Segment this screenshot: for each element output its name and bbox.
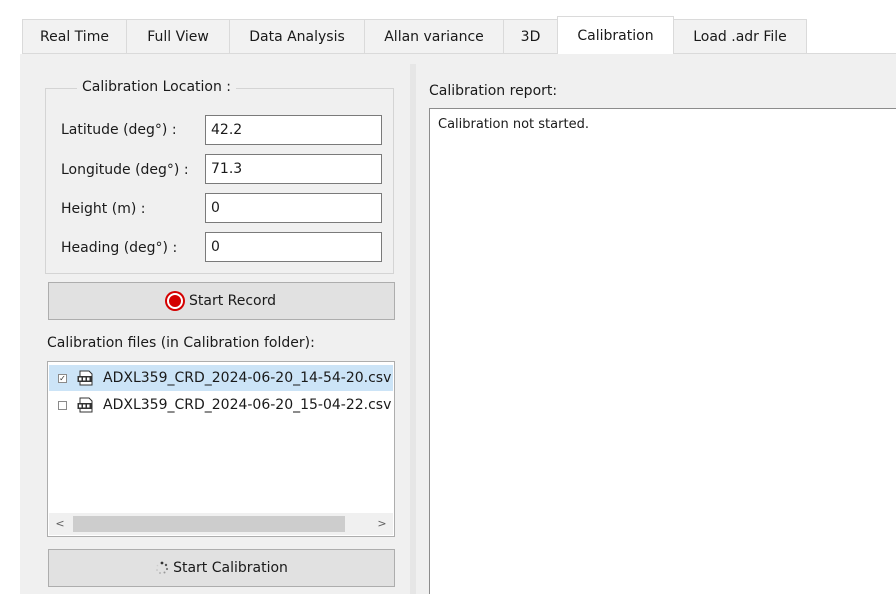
tab-real-time[interactable]: Real Time bbox=[22, 19, 127, 53]
csv-file-icon bbox=[77, 370, 93, 386]
calibration-report-text: Calibration not started. bbox=[438, 117, 589, 132]
heading-label: Heading (deg°) : bbox=[61, 240, 178, 256]
start-calibration-label: Start Calibration bbox=[173, 560, 288, 576]
csv-file-icon bbox=[77, 397, 93, 413]
record-icon bbox=[166, 293, 183, 309]
calibration-report-label: Calibration report: bbox=[429, 83, 558, 99]
tab-allan-variance[interactable]: Allan variance bbox=[364, 19, 504, 53]
longitude-label: Longitude (deg°) : bbox=[61, 162, 189, 178]
panel-splitter[interactable] bbox=[410, 64, 416, 594]
scroll-thumb[interactable] bbox=[73, 516, 345, 532]
file-name: ADXL359_CRD_2024-06-20_14-54-20.csv bbox=[103, 370, 392, 386]
start-record-label: Start Record bbox=[188, 293, 277, 309]
height-input[interactable] bbox=[205, 193, 382, 223]
height-label: Height (m) : bbox=[61, 201, 146, 217]
tab-3d[interactable]: 3D bbox=[503, 19, 558, 53]
heading-input[interactable] bbox=[205, 232, 382, 262]
calibration-location-title: Calibration Location : bbox=[77, 78, 237, 96]
tab-data-analysis[interactable]: Data Analysis bbox=[229, 19, 365, 53]
calibration-files-label: Calibration files (in Calibration folder… bbox=[47, 335, 315, 351]
checkbox-checked-icon[interactable]: ✓ bbox=[58, 373, 67, 383]
calibration-page: Calibration Location : Latitude (deg°) :… bbox=[20, 54, 896, 594]
tab-calibration[interactable]: Calibration bbox=[557, 16, 674, 54]
spinner-icon bbox=[156, 561, 169, 574]
scroll-left-icon[interactable]: < bbox=[49, 513, 71, 535]
list-item[interactable]: ADXL359_CRD_2024-06-20_15-04-22.csv bbox=[49, 392, 393, 418]
start-record-button[interactable]: Start Record bbox=[48, 282, 395, 320]
tab-full-view[interactable]: Full View bbox=[126, 19, 230, 53]
latitude-label: Latitude (deg°) : bbox=[61, 122, 177, 138]
tab-load-adr-file[interactable]: Load .adr File bbox=[673, 19, 807, 53]
horizontal-scrollbar[interactable]: < > bbox=[49, 513, 393, 535]
start-calibration-button[interactable]: Start Calibration bbox=[48, 549, 395, 587]
file-name: ADXL359_CRD_2024-06-20_15-04-22.csv bbox=[103, 397, 392, 413]
calibration-files-list[interactable]: ✓ ADXL359_CRD_2024-06-20_14-54-20.csv AD… bbox=[47, 361, 395, 537]
latitude-input[interactable] bbox=[205, 115, 382, 145]
list-item[interactable]: ✓ ADXL359_CRD_2024-06-20_14-54-20.csv bbox=[49, 365, 393, 391]
calibration-report-box[interactable]: Calibration not started. bbox=[429, 108, 896, 594]
checkbox-unchecked-icon[interactable] bbox=[58, 400, 67, 410]
longitude-input[interactable] bbox=[205, 154, 382, 184]
tab-bar: Real Time Full View Data Analysis Allan … bbox=[0, 0, 896, 56]
scroll-right-icon[interactable]: > bbox=[371, 513, 393, 535]
